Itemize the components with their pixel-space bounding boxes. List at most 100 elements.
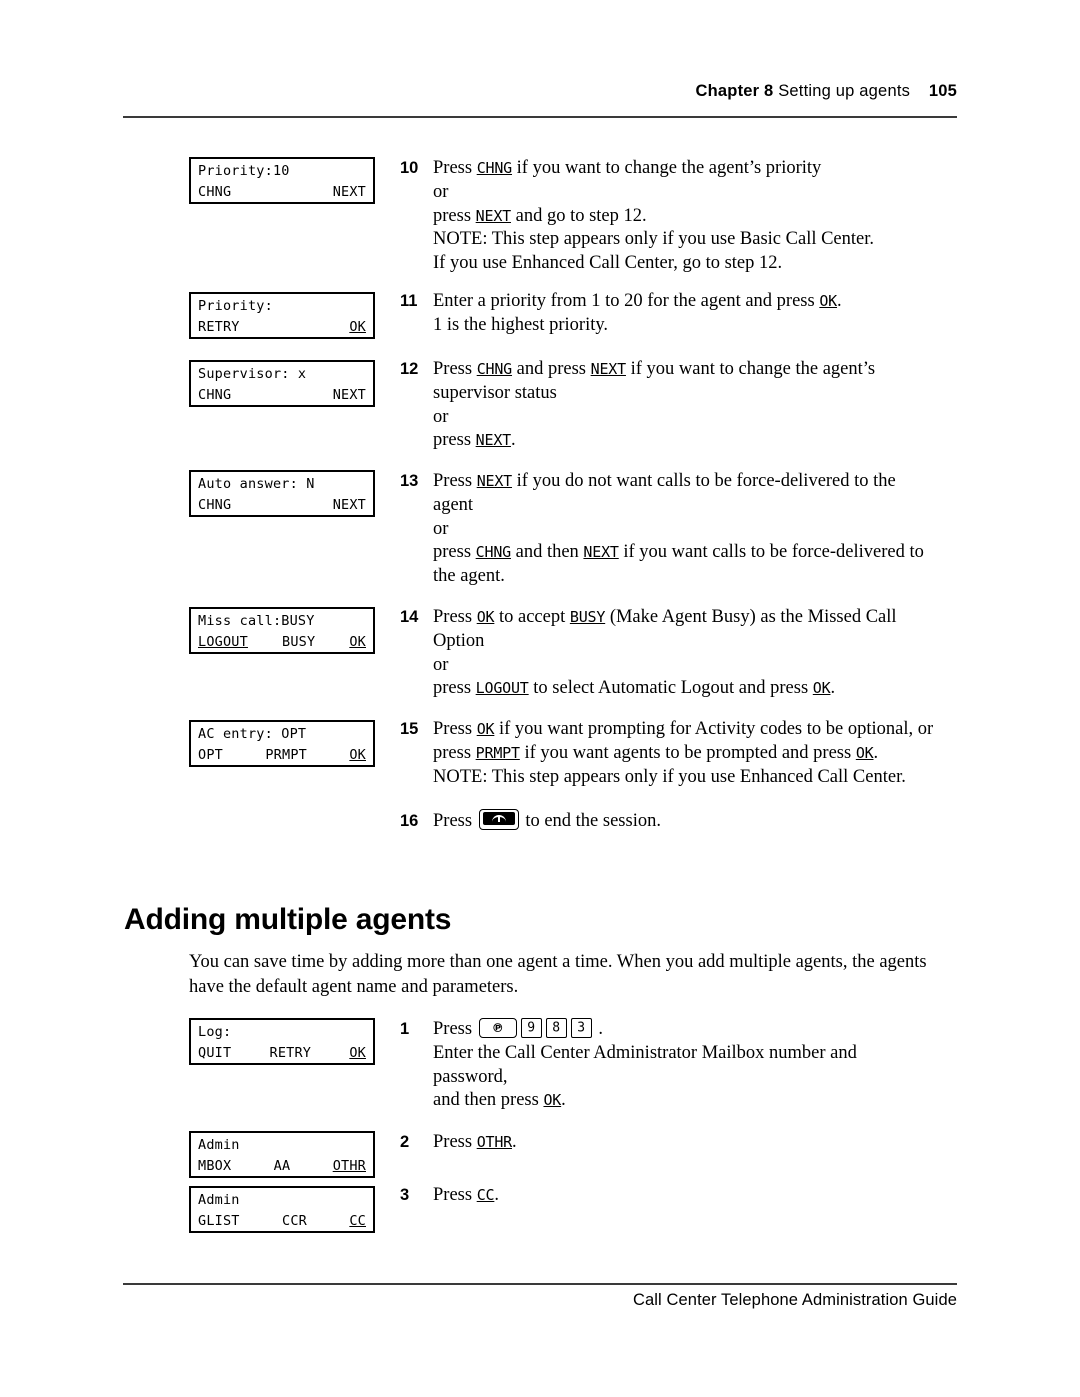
lcd-display-ac-entry: AC entry: OPT OPT PRMPT OK xyxy=(189,720,375,767)
softkey-reference-cc: CC xyxy=(476,1186,495,1204)
softkey-left[interactable]: RETRY xyxy=(198,317,240,338)
softkey-left[interactable]: CHNG xyxy=(198,182,231,203)
lcd-softkey-row: CHNG NEXT xyxy=(198,385,366,406)
softkey-left[interactable]: GLIST xyxy=(198,1211,240,1232)
page-number: 105 xyxy=(928,82,957,100)
step-line: press LOGOUT to select Automatic Logout … xyxy=(433,678,836,699)
step-line: If you use Enhanced Call Center, go to s… xyxy=(433,253,783,274)
step-line: Press OTHR. xyxy=(433,1132,517,1152)
step-number: 14 xyxy=(400,608,419,626)
lcd-softkey-row: RETRY OK xyxy=(198,317,366,338)
softkey-reference-next: NEXT xyxy=(475,431,512,450)
lcd-softkey-row: CHNG NEXT xyxy=(198,495,366,516)
step-number: 10 xyxy=(400,159,419,177)
running-footer: Call Center Telephone Administration Gui… xyxy=(633,1291,957,1309)
lcd-display-log: Log: QUIT RETRY OK xyxy=(189,1018,375,1065)
document-page: Chapter 8 Setting up agents 105 Priority… xyxy=(0,0,1080,1397)
dialpad-key-3: 3 xyxy=(570,1017,592,1038)
softkey-right[interactable]: CC xyxy=(349,1211,366,1232)
step-line: Press CHNG if you want to change the age… xyxy=(433,158,822,178)
step-line: Press OK if you want prompting for Activ… xyxy=(433,719,934,739)
step-line: Enter a priority from 1 to 20 for the ag… xyxy=(433,291,842,311)
softkey-right[interactable]: OTHR xyxy=(333,1156,366,1177)
step-secondary-2: 2 Press OTHR. xyxy=(400,1131,960,1155)
lcd-line-1: Auto answer: N xyxy=(198,476,315,492)
step-line: Press CC. xyxy=(433,1185,499,1205)
step-number: 3 xyxy=(400,1186,410,1204)
softkey-middle[interactable]: AA xyxy=(274,1156,291,1177)
softkey-right[interactable]: NEXT xyxy=(333,385,366,406)
lcd-line-1: Log: xyxy=(198,1024,232,1040)
softkey-middle[interactable]: CCR xyxy=(282,1211,307,1232)
softkey-reference-chng: CHNG xyxy=(475,543,512,562)
step-line: Option xyxy=(433,630,485,651)
softkey-reference-ok: OK xyxy=(812,679,831,698)
step-line: Press NEXT if you do not want calls to b… xyxy=(433,471,896,491)
lcd-softkey-row: OPT PRMPT OK xyxy=(198,745,366,766)
step-body: Press ℗ 9 8 3 . Enter the Call Center Admini… xyxy=(433,1017,960,1113)
step-line: NOTE: This step appears only if you use … xyxy=(433,766,906,787)
step-line: or xyxy=(433,518,449,539)
softkey-middle[interactable]: PRMPT xyxy=(265,745,307,766)
step-number: 16 xyxy=(400,812,419,830)
softkey-left[interactable]: MBOX xyxy=(198,1156,231,1177)
softkey-reference-prmpt: PRMPT xyxy=(475,743,520,762)
softkey-right[interactable]: OK xyxy=(349,745,366,766)
softkey-reference-ok: OK xyxy=(476,608,495,626)
handset-glyph xyxy=(482,812,515,826)
step-number: 13 xyxy=(400,472,419,490)
step-line: supervisor status xyxy=(433,382,557,403)
lcd-display-admin-mbox: Admin MBOX AA OTHR xyxy=(189,1131,375,1178)
softkey-right[interactable]: NEXT xyxy=(333,182,366,203)
step-number: 15 xyxy=(400,720,419,738)
step-line: press PRMPT if you want agents to be pro… xyxy=(433,742,879,763)
step-line: password, xyxy=(433,1066,508,1087)
softkey-reference-ok: OK xyxy=(543,1091,562,1110)
step-secondary-3: 3 Press CC. xyxy=(400,1184,960,1208)
lcd-line-1: Priority: xyxy=(198,298,273,314)
softkey-left[interactable]: CHNG xyxy=(198,495,231,516)
softkey-right[interactable]: OK xyxy=(349,317,366,338)
step-line: Press CHNG and press NEXT if you want to… xyxy=(433,359,876,379)
step-body: Press CC. xyxy=(433,1184,960,1208)
step-secondary-1: 1 Press ℗ 9 8 3 . Enter the Call Center Admin… xyxy=(400,1017,960,1113)
dialpad-key-label: 3 xyxy=(577,1020,586,1036)
step-line: the agent. xyxy=(433,566,505,587)
step-15: 15 Press OK if you want prompting for Act… xyxy=(400,718,960,789)
lcd-softkey-row: GLIST CCR CC xyxy=(198,1211,366,1232)
lcd-display-supervisor: Supervisor: x CHNG NEXT xyxy=(189,360,375,407)
feature-key-icon: ℗ xyxy=(478,1017,517,1038)
softkey-right[interactable]: NEXT xyxy=(333,495,366,516)
lcd-display-miss-call: Miss call:BUSY LOGOUT BUSY OK xyxy=(189,607,375,654)
lcd-softkey-row: LOGOUT BUSY OK xyxy=(198,632,366,653)
softkey-left[interactable]: LOGOUT xyxy=(198,632,248,653)
header-title: Setting up agents xyxy=(778,82,911,100)
softkey-reference-ok: OK xyxy=(855,743,874,762)
softkey-reference-othr: OTHR xyxy=(476,1133,513,1151)
step-12: 12 Press CHNG and press NEXT if you want … xyxy=(400,358,960,453)
lcd-display-admin-glist: Admin GLIST CCR CC xyxy=(189,1186,375,1233)
step-line: or xyxy=(433,406,449,427)
softkey-left[interactable]: CHNG xyxy=(198,385,231,406)
footer-rule xyxy=(123,1283,957,1285)
step-line: press CHNG and then NEXT if you want cal… xyxy=(433,542,924,563)
softkey-right[interactable]: OK xyxy=(349,1043,366,1064)
running-header: Chapter 8 Setting up agents 105 xyxy=(123,82,957,101)
paragraph-line: You can save time by adding more than on… xyxy=(189,952,848,972)
softkey-middle[interactable]: BUSY xyxy=(282,632,315,653)
step-line: Press ℗ 9 8 3 . xyxy=(433,1017,603,1039)
softkey-middle[interactable]: RETRY xyxy=(270,1043,312,1064)
step-line: Enter the Call Center Administrator Mail… xyxy=(433,1042,857,1063)
softkey-reference-ok: OK xyxy=(819,292,838,310)
step-body: Press CHNG and press NEXT if you want to… xyxy=(433,358,960,453)
softkey-left[interactable]: QUIT xyxy=(198,1043,231,1064)
lcd-line-1: Supervisor: x xyxy=(198,366,307,382)
step-14: 14 Press OK to accept BUSY (Make Agent Bu… xyxy=(400,606,960,701)
softkey-right[interactable]: OK xyxy=(349,632,366,653)
step-number: 2 xyxy=(400,1133,410,1151)
softkey-left[interactable]: OPT xyxy=(198,745,223,766)
step-number: 1 xyxy=(400,1020,410,1038)
step-number: 11 xyxy=(400,292,418,310)
dialpad-key-label: 8 xyxy=(552,1020,561,1036)
dialpad-key-9: 9 xyxy=(520,1017,542,1038)
